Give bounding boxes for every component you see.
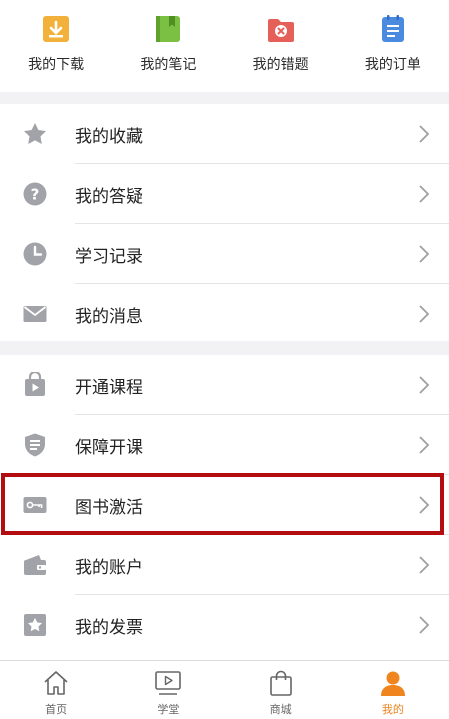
user-icon: [380, 671, 405, 696]
menu-label-invoice: 我的发票: [75, 617, 143, 638]
chevron-right-icon: [419, 436, 430, 454]
menu-row-account[interactable]: 我的账户: [0, 535, 449, 595]
chevron-right-icon: [419, 185, 430, 203]
menu-label-questions: 我的答疑: [75, 186, 143, 207]
menu-row-messages[interactable]: 我的消息: [0, 284, 449, 344]
tab-label-me: 我的: [381, 703, 404, 716]
menu-row-open-course[interactable]: 开通课程: [0, 355, 449, 415]
invoice-star-icon: [24, 614, 46, 636]
menu-label-account: 我的账户: [75, 557, 143, 578]
shield-icon: [25, 433, 45, 457]
menu-label-favorites: 我的收藏: [75, 126, 143, 147]
bottom-tab-bar: 首页 学堂 商城 我的: [0, 660, 449, 719]
tab-home[interactable]: 首页: [0, 661, 112, 719]
quick-item-orders[interactable]: 我的订单: [337, 0, 449, 92]
chevron-right-icon: [419, 616, 430, 634]
menu-row-study-history[interactable]: 学习记录: [0, 224, 449, 284]
wallet-icon: [24, 555, 46, 575]
tab-label-mall: 商城: [269, 703, 292, 716]
notebook-icon: [156, 16, 181, 42]
tab-school[interactable]: 学堂: [112, 661, 224, 719]
question-icon: ?: [23, 182, 47, 206]
svg-text:?: ?: [31, 186, 40, 204]
menu-label-messages: 我的消息: [75, 306, 143, 327]
shopping-bag-icon: [269, 670, 292, 696]
chevron-right-icon: [419, 376, 430, 394]
video-play-icon: [155, 671, 182, 695]
course-bag-icon: [25, 372, 45, 396]
clock-icon: [23, 242, 47, 266]
download-icon: [43, 16, 70, 42]
star-icon: [24, 123, 46, 144]
menu-label-guaranteed-course: 保障开课: [75, 437, 143, 458]
quick-label-downloads: 我的下载: [28, 57, 85, 73]
chevron-right-icon: [419, 125, 430, 143]
highlight-box-book-activation: [1, 473, 444, 535]
chevron-right-icon: [419, 305, 430, 323]
menu-row-favorites[interactable]: 我的收藏: [0, 104, 449, 164]
quick-label-notes: 我的笔记: [140, 57, 197, 73]
tab-mall[interactable]: 商城: [225, 661, 337, 719]
quick-item-notes[interactable]: 我的笔记: [112, 0, 224, 92]
chevron-right-icon: [419, 556, 430, 574]
quick-label-mistakes: 我的错题: [252, 57, 309, 73]
chevron-right-icon: [419, 245, 430, 263]
quick-actions-bar: 我的下载 我的笔记 我的错题 我的订单: [0, 0, 449, 92]
quick-item-mistakes[interactable]: 我的错题: [225, 0, 337, 92]
menu-row-questions[interactable]: ? 我的答疑: [0, 164, 449, 224]
wrong-answers-folder-icon: [267, 19, 294, 42]
menu-row-guaranteed-course[interactable]: 保障开课: [0, 415, 449, 475]
quick-item-downloads[interactable]: 我的下载: [0, 0, 112, 92]
menu-label-open-course: 开通课程: [75, 377, 143, 398]
tab-label-home: 首页: [45, 703, 68, 716]
mail-icon: [23, 306, 47, 322]
home-icon: [44, 671, 68, 695]
tab-label-school: 学堂: [157, 703, 180, 716]
tab-me[interactable]: 我的: [337, 661, 449, 719]
menu-label-study-history: 学习记录: [75, 246, 143, 267]
menu-section-personal: 我的收藏 ? 我的答疑 学习记录 我的消息: [0, 104, 449, 341]
profile-screen: 我的下载 我的笔记 我的错题 我的订单 我的收藏 ? 我的答疑 学习记录 我的消…: [0, 0, 449, 719]
menu-row-invoice[interactable]: 我的发票: [0, 595, 449, 655]
quick-label-orders: 我的订单: [364, 57, 421, 73]
order-list-icon: [381, 15, 404, 42]
